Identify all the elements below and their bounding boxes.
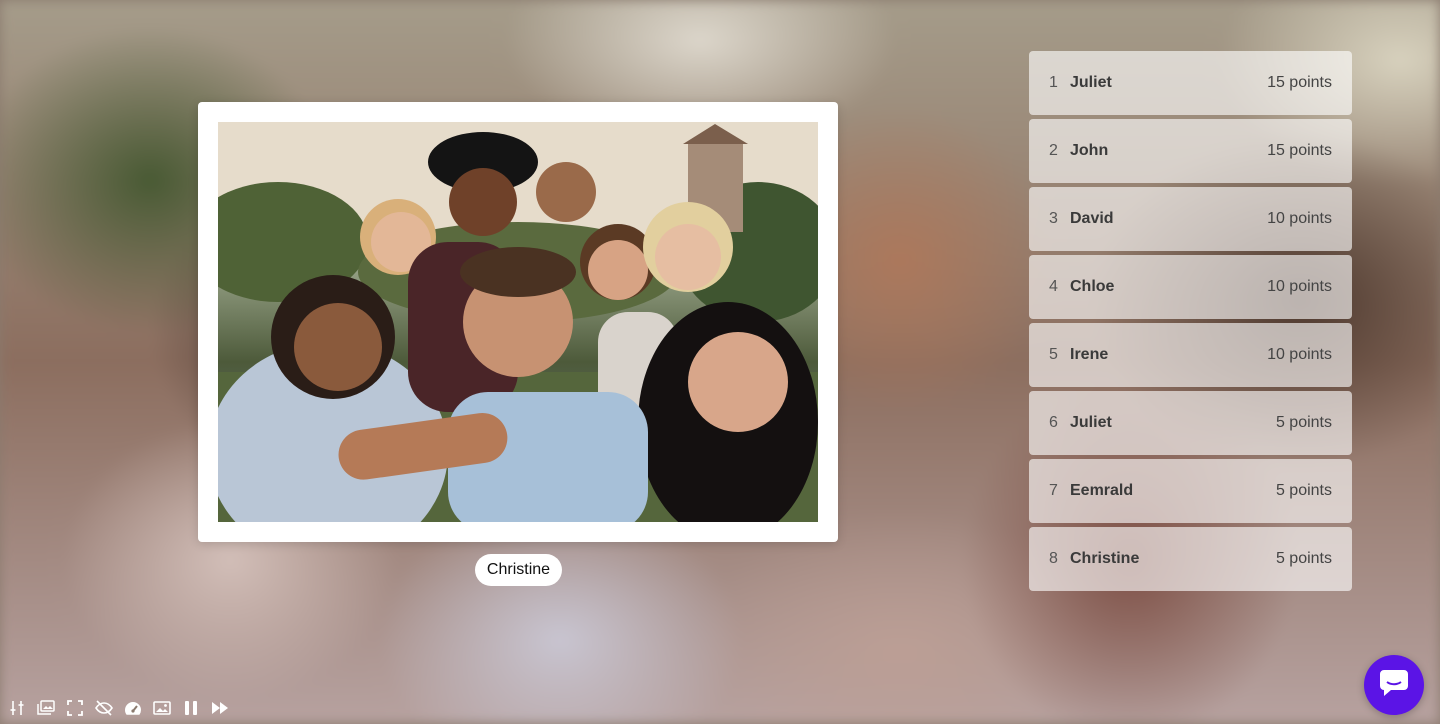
settings-sliders-icon[interactable] — [8, 699, 26, 717]
leaderboard-points: 10 points — [1267, 278, 1332, 295]
leaderboard-rank: 6 — [1049, 414, 1058, 431]
leaderboard-row: 7 Eemrald 5 points — [1029, 459, 1352, 523]
image-icon[interactable] — [153, 699, 171, 717]
photo-frame — [198, 102, 838, 542]
leaderboard-points: 10 points — [1267, 346, 1332, 363]
gallery-icon[interactable] — [37, 699, 55, 717]
leaderboard: 1 Juliet 15 points 2 John 15 points 3 Da… — [1029, 51, 1352, 595]
speed-icon[interactable] — [124, 699, 142, 717]
chat-launcher-button[interactable] — [1364, 655, 1424, 715]
leaderboard-points: 5 points — [1275, 550, 1332, 567]
leaderboard-name: Chloe — [1070, 278, 1115, 295]
leaderboard-name: Irene — [1070, 346, 1109, 363]
leaderboard-row: 5 Irene 10 points — [1029, 323, 1352, 387]
leaderboard-rank: 3 — [1049, 210, 1058, 227]
leaderboard-row: 4 Chloe 10 points — [1029, 255, 1352, 319]
leaderboard-name: Eemrald — [1070, 482, 1134, 499]
leaderboard-points: 5 points — [1275, 482, 1332, 499]
leaderboard-points: 15 points — [1267, 74, 1332, 91]
leaderboard-name: Juliet — [1070, 74, 1112, 91]
leaderboard-row: 3 David 10 points — [1029, 187, 1352, 251]
leaderboard-rank: 5 — [1049, 346, 1058, 363]
leaderboard-row: 6 Juliet 5 points — [1029, 391, 1352, 455]
slideshow-toolbar — [8, 698, 240, 718]
leaderboard-row: 1 Juliet 15 points — [1029, 51, 1352, 115]
pause-icon[interactable] — [182, 699, 200, 717]
hide-icon[interactable] — [95, 699, 113, 717]
leaderboard-row: 8 Christine 5 points — [1029, 527, 1352, 591]
leaderboard-name: Juliet — [1070, 414, 1112, 431]
leaderboard-rank: 4 — [1049, 278, 1058, 295]
photo-caption: Christine — [475, 554, 562, 586]
leaderboard-row: 2 John 15 points — [1029, 119, 1352, 183]
fast-forward-icon[interactable] — [211, 699, 229, 717]
leaderboard-rank: 8 — [1049, 550, 1058, 567]
leaderboard-rank: 1 — [1049, 74, 1058, 91]
fullscreen-icon[interactable] — [66, 699, 84, 717]
leaderboard-points: 5 points — [1275, 414, 1332, 431]
leaderboard-rank: 7 — [1049, 482, 1058, 499]
leaderboard-name: Christine — [1070, 550, 1140, 567]
leaderboard-points: 15 points — [1267, 142, 1332, 159]
chat-bubble-icon — [1378, 668, 1410, 703]
leaderboard-rank: 2 — [1049, 142, 1058, 159]
leaderboard-name: David — [1070, 210, 1114, 227]
slideshow-stage: Christine 1 Juliet 15 points 2 John 15 p… — [0, 0, 1440, 724]
leaderboard-name: John — [1070, 142, 1109, 159]
group-selfie-photo — [218, 122, 818, 522]
leaderboard-points: 10 points — [1267, 210, 1332, 227]
